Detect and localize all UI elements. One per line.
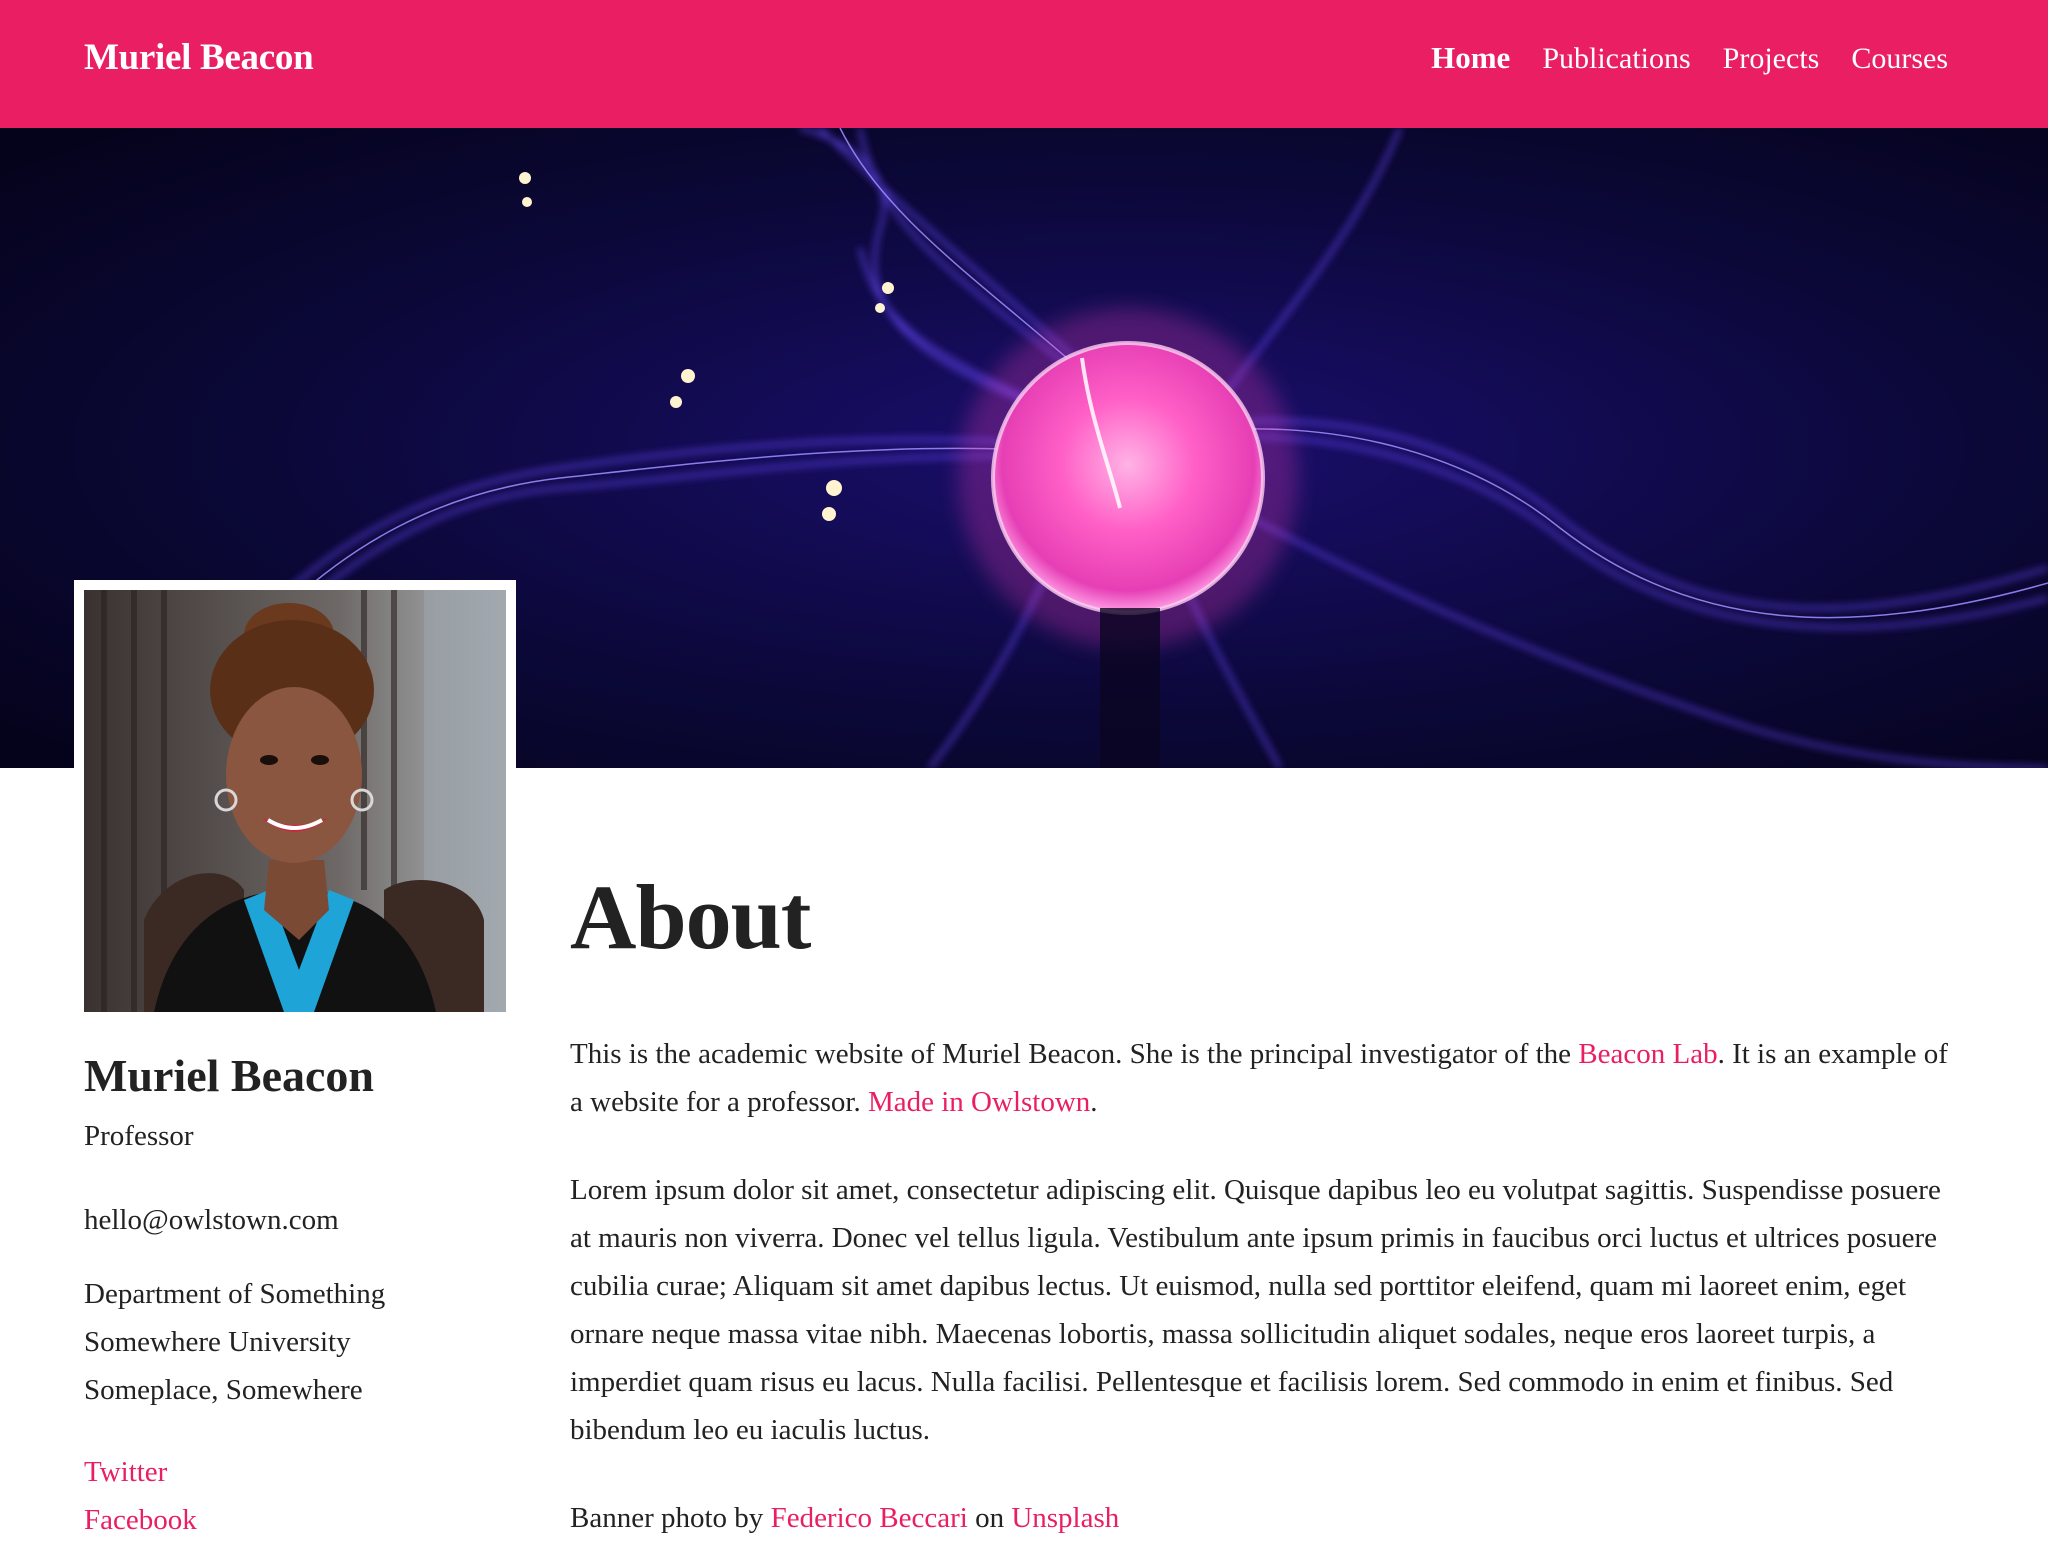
profile-address: Department of Something Somewhere Univer… [84,1270,484,1414]
nav-publications[interactable]: Publications [1542,42,1690,76]
twitter-link[interactable]: Twitter [84,1448,484,1496]
photographer-link[interactable]: Federico Beccari [771,1502,968,1534]
page-title: About [570,866,811,968]
banner-credit: Banner photo by Federico Beccari on Unsp… [570,1494,1950,1542]
social-links: Twitter Facebook [84,1448,484,1544]
profile-photo-frame [74,580,516,1022]
beacon-lab-link[interactable]: Beacon Lab [1578,1038,1717,1070]
intro-text: This is the academic website of Muriel B… [570,1038,1579,1070]
profile-role: Professor [84,1120,194,1152]
facebook-link[interactable]: Facebook [84,1496,484,1544]
address-line: Somewhere University [84,1326,351,1358]
intro-text: . [1090,1086,1098,1118]
address-line: Department of Something [84,1278,386,1310]
intro-paragraph: This is the academic website of Muriel B… [570,1030,1950,1126]
site-header: Muriel Beacon Home Publications Projects… [0,0,2048,128]
profile-photo [84,590,506,1012]
site-brand-link[interactable]: Muriel Beacon [84,36,314,79]
about-section: About This is the academic website of Mu… [570,862,1950,1542]
credit-text: Banner photo by [570,1502,771,1534]
main-nav: Home Publications Projects Courses [1431,40,1948,76]
owlstown-link[interactable]: Made in Owlstown [868,1086,1090,1118]
credit-text: on [967,1502,1012,1534]
profile-sidebar: Muriel Beacon Professor hello@owlstown.c… [84,1040,484,1544]
nav-home[interactable]: Home [1431,40,1510,76]
profile-name: Muriel Beacon [84,1050,374,1101]
unsplash-link[interactable]: Unsplash [1011,1502,1119,1534]
address-line: Someplace, Somewhere [84,1374,363,1406]
lorem-paragraph: Lorem ipsum dolor sit amet, consectetur … [570,1174,1941,1446]
nav-projects[interactable]: Projects [1723,42,1820,76]
nav-courses[interactable]: Courses [1851,42,1948,76]
profile-email[interactable]: hello@owlstown.com [84,1198,484,1242]
